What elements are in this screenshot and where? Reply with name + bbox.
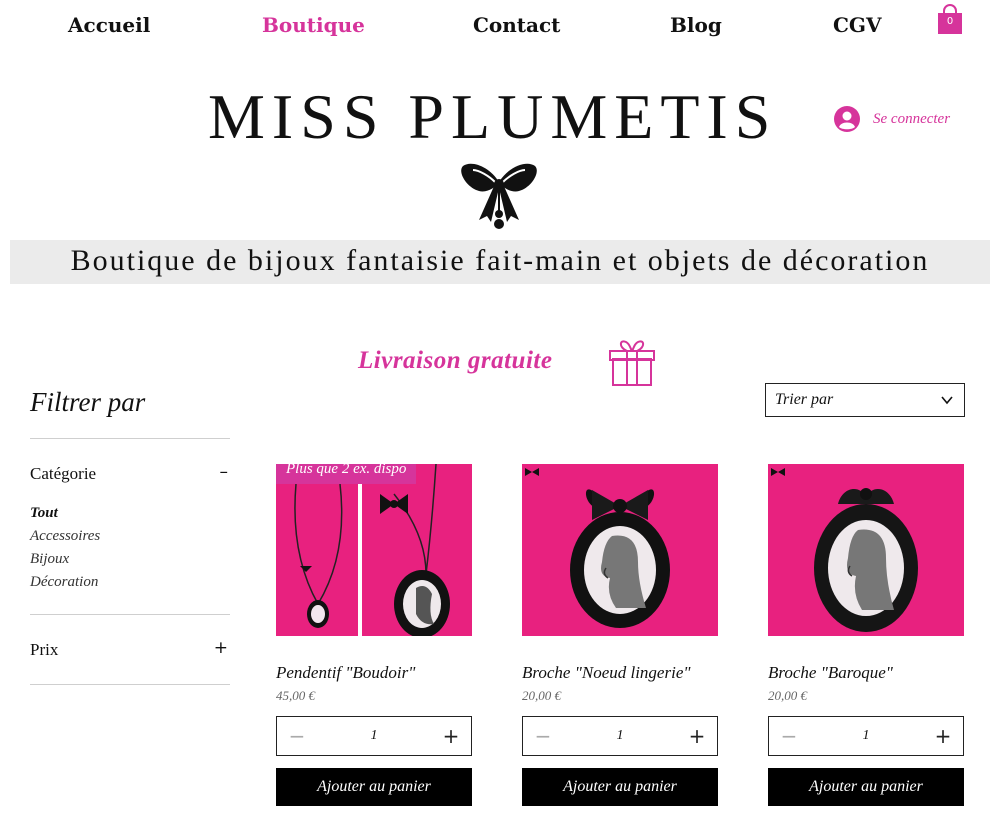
price-filter-toggle[interactable]: Prix + [30, 638, 230, 660]
category-filter-toggle[interactable]: Catégorie – [30, 462, 230, 484]
add-to-cart-button[interactable]: Ajouter au panier [768, 768, 964, 806]
login-label: Se connecter [873, 110, 951, 127]
baroque-brooch-photo [768, 464, 964, 636]
nav-item-blog[interactable]: Blog [670, 13, 722, 37]
product-card: Broche "Noeud lingerie" 20,00 € − 1 + Aj… [522, 464, 718, 809]
free-shipping-banner: Livraison gratuite [358, 347, 553, 374]
product-card: Plus que 2 ex. dispo Pendentif "Boudoir"… [276, 464, 472, 809]
product-price: 20,00 € [522, 688, 561, 703]
product-name[interactable]: Broche "Baroque" [768, 663, 893, 683]
add-to-cart-button[interactable]: Ajouter au panier [276, 768, 472, 806]
qty-decrease-button[interactable]: − [523, 717, 563, 755]
product-name[interactable]: Pendentif "Boudoir" [276, 663, 415, 683]
nav-item-boutique[interactable]: Boutique [262, 13, 365, 37]
price-filter-label: Prix [30, 640, 59, 659]
qty-increase-button[interactable]: + [923, 717, 963, 755]
qty-decrease-button[interactable]: − [277, 717, 317, 755]
tagline: Boutique de bijoux fantaisie fait-main e… [70, 244, 930, 277]
quantity-stepper: − 1 + [522, 716, 718, 756]
stock-ribbon: Plus que 2 ex. dispo [276, 464, 417, 484]
category-item-bijoux[interactable]: Bijoux [30, 551, 69, 568]
site-logo[interactable]: MISS PLUMETIS [208, 80, 777, 154]
cart-count: 0 [946, 16, 954, 27]
qty-value[interactable]: 1 [317, 717, 431, 755]
quantity-stepper: − 1 + [276, 716, 472, 756]
cart-button[interactable]: 0 [936, 4, 964, 36]
quantity-stepper: − 1 + [768, 716, 964, 756]
product-image[interactable]: Plus que 2 ex. dispo [276, 464, 472, 636]
product-card: Broche "Baroque" 20,00 € − 1 + Ajouter a… [768, 464, 964, 809]
category-item-decoration[interactable]: Décoration [30, 574, 98, 591]
sort-label: Trier par [775, 391, 834, 408]
product-image[interactable] [768, 464, 964, 636]
qty-value[interactable]: 1 [563, 717, 677, 755]
qty-decrease-button[interactable]: − [769, 717, 809, 755]
product-price: 20,00 € [768, 688, 807, 703]
filter-divider [30, 614, 230, 615]
nav-item-accueil[interactable]: Accueil [68, 13, 150, 37]
chevron-down-icon [941, 396, 953, 405]
add-to-cart-button[interactable]: Ajouter au panier [522, 768, 718, 806]
sort-dropdown[interactable]: Trier par [765, 383, 965, 417]
category-item-tout[interactable]: Tout [30, 505, 58, 522]
filter-divider [30, 438, 230, 439]
bow-brooch-photo [522, 464, 718, 636]
product-image[interactable] [522, 464, 718, 636]
qty-value[interactable]: 1 [809, 717, 923, 755]
user-avatar-icon [834, 106, 860, 132]
product-name[interactable]: Broche "Noeud lingerie" [522, 663, 691, 683]
nav-item-cgv[interactable]: CGV [833, 13, 882, 37]
category-item-accessoires[interactable]: Accessoires [30, 528, 100, 545]
tagline-band: Boutique de bijoux fantaisie fait-main e… [10, 240, 990, 284]
filter-title: Filtrer par [30, 387, 146, 417]
pendant-necklace-photo [276, 464, 472, 636]
category-filter-label: Catégorie [30, 464, 97, 483]
product-price: 45,00 € [276, 688, 315, 703]
expand-icon: + [213, 638, 228, 658]
login-button[interactable]: Se connecter [834, 105, 950, 133]
top-navigation: Accueil Boutique Contact Blog CGV 0 [0, 0, 994, 52]
nav-item-contact[interactable]: Contact [473, 13, 560, 37]
qty-increase-button[interactable]: + [431, 717, 471, 755]
filter-divider [30, 684, 230, 685]
bow-icon [459, 158, 539, 234]
collapse-icon: – [219, 462, 229, 482]
qty-increase-button[interactable]: + [677, 717, 717, 755]
gift-icon [608, 337, 656, 391]
